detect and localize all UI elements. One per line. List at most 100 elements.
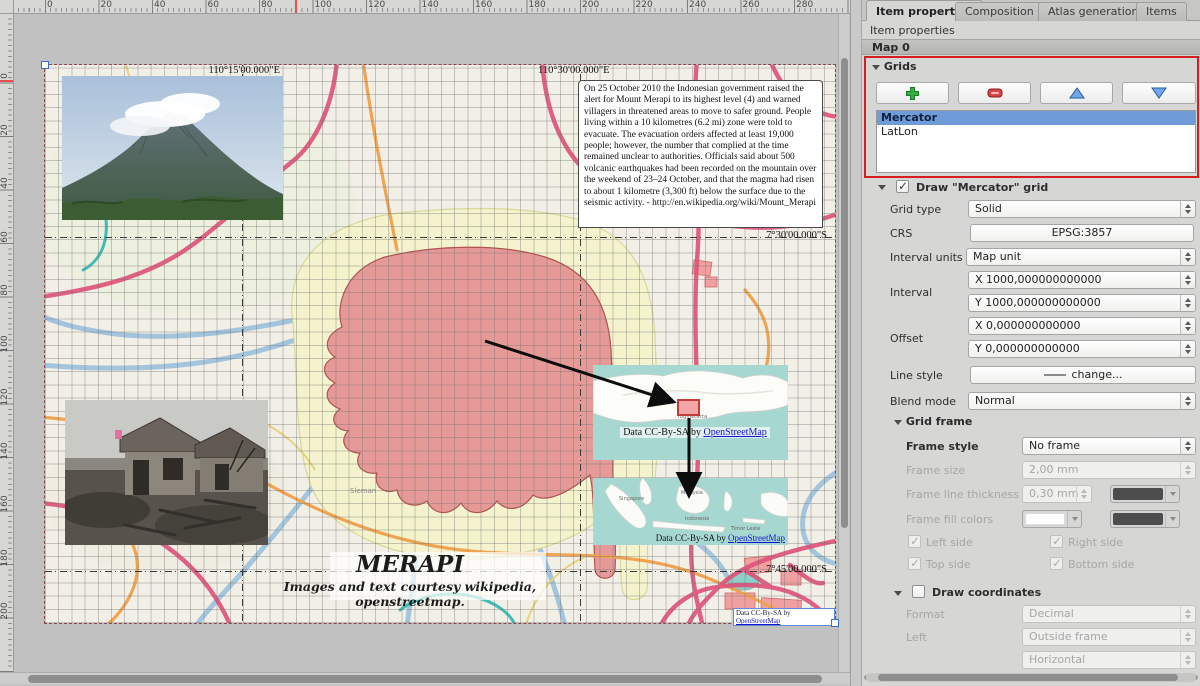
attribution-osm-link[interactable]: OpenStreetMap bbox=[736, 617, 780, 625]
remove-grid-button[interactable] bbox=[958, 82, 1031, 104]
format-combo: Decimal bbox=[1022, 605, 1196, 623]
move-grid-up-button[interactable] bbox=[1040, 82, 1113, 104]
interval-units-value: Map unit bbox=[973, 250, 1021, 263]
collapse-arrow-icon bbox=[878, 185, 886, 190]
canvas-hscroll-thumb[interactable] bbox=[28, 675, 822, 683]
spinner-icon bbox=[1180, 462, 1195, 478]
inset2-caption: Data CC-By-SA by OpenStreetMap bbox=[645, 533, 785, 543]
ruler-vertical: 020406080100120140160180200 bbox=[0, 14, 14, 672]
frame-style-combo[interactable]: No frame bbox=[1022, 437, 1196, 455]
spinner-icon bbox=[1180, 393, 1195, 409]
inset2-osm-link[interactable]: OpenStreetMap bbox=[728, 533, 785, 543]
bottom-side-checkbox bbox=[1050, 557, 1063, 570]
tab-items[interactable]: Items bbox=[1136, 2, 1187, 21]
inset2-label-malaysia: Malaysia bbox=[681, 490, 703, 496]
map-subtitle[interactable]: Images and text courtesy wikipedia, open… bbox=[245, 579, 575, 609]
dropdown-arrow-icon bbox=[1165, 511, 1179, 527]
frame-size-spinbox: 2,00 mm bbox=[1022, 461, 1196, 479]
selection-handle-bottomright[interactable] bbox=[831, 619, 839, 627]
line-style-button[interactable]: change... bbox=[970, 366, 1196, 384]
canvas-vertical-scrollbar[interactable] bbox=[838, 14, 849, 672]
panel-splitter[interactable] bbox=[850, 0, 862, 686]
grid-type-combo[interactable]: Solid bbox=[968, 200, 1196, 218]
left-frame-combo: Outside frame bbox=[1022, 628, 1196, 646]
spinner-icon bbox=[1180, 295, 1195, 311]
draw-grid-checkbox[interactable] bbox=[896, 180, 909, 193]
frame-fill-colors-label: Frame fill colors bbox=[906, 513, 993, 526]
grids-section-header[interactable]: Grids bbox=[872, 60, 917, 73]
spinner-icon bbox=[1180, 201, 1195, 217]
ruler-v-number: 160 bbox=[0, 490, 10, 518]
format-value: Decimal bbox=[1029, 607, 1074, 620]
spinner-icon bbox=[1180, 606, 1195, 622]
ruler-h-number: 140 bbox=[422, 0, 439, 10]
spinner-icon bbox=[1180, 652, 1195, 668]
spinner-icon bbox=[1180, 341, 1195, 357]
ruler-h-number: 240 bbox=[689, 0, 706, 10]
line-sample-icon bbox=[1044, 374, 1066, 376]
grid-frame-section-header[interactable]: Grid frame bbox=[894, 415, 972, 428]
composer-canvas[interactable]: Sleman 110°15'00.000"E 110°30'00.000"E 7… bbox=[14, 14, 850, 672]
ruler-h-number: 180 bbox=[529, 0, 546, 10]
interval-units-combo[interactable]: Map unit bbox=[966, 248, 1196, 266]
orientation-value: Horizontal bbox=[1029, 653, 1085, 666]
article-text-item[interactable]: On 25 October 2010 the Indonesian govern… bbox=[578, 80, 823, 228]
ruler-h-number: 20 bbox=[101, 0, 112, 10]
interval-y-spinbox[interactable]: Y 1000,000000000000 bbox=[968, 294, 1196, 312]
collapse-arrow-icon bbox=[894, 420, 902, 425]
blend-mode-combo[interactable]: Normal bbox=[968, 392, 1196, 410]
left-frame-value: Outside frame bbox=[1029, 630, 1108, 643]
tab-composition[interactable]: Composition bbox=[955, 2, 1044, 21]
right-side-label: Right side bbox=[1068, 536, 1123, 549]
color-swatch-dark bbox=[1113, 488, 1163, 500]
offset-label: Offset bbox=[890, 332, 923, 345]
ruler-h-number: 40 bbox=[154, 0, 165, 10]
tab-atlas-generation[interactable]: Atlas generation bbox=[1038, 2, 1149, 21]
frame-line-thickness-label: Frame line thickness bbox=[906, 488, 1019, 501]
interval-x-spinbox[interactable]: X 1000,000000000000 bbox=[968, 271, 1196, 289]
panel-horizontal-scrollbar[interactable] bbox=[866, 673, 1196, 682]
destroyed-house-photo[interactable] bbox=[65, 400, 268, 545]
offset-x-spinbox[interactable]: X 0,000000000000 bbox=[968, 317, 1196, 335]
frame-size-value: 2,00 mm bbox=[1029, 463, 1078, 476]
arrow-up-icon bbox=[1069, 87, 1085, 99]
interval-units-label: Interval units bbox=[890, 251, 963, 264]
move-grid-down-button[interactable] bbox=[1122, 82, 1196, 104]
frame-fill-color1-button bbox=[1022, 510, 1082, 528]
format-label: Format bbox=[906, 608, 945, 621]
interval-label: Interval bbox=[890, 286, 932, 299]
grid-list[interactable]: Mercator LatLon bbox=[876, 110, 1196, 173]
frame-line-thickness-spinbox: 0,30 mm bbox=[1022, 485, 1092, 503]
panel-hscroll-thumb[interactable] bbox=[878, 674, 1178, 681]
composition-page[interactable]: Sleman 110°15'00.000"E 110°30'00.000"E 7… bbox=[45, 65, 835, 623]
top-side-checkbox bbox=[908, 557, 921, 570]
canvas-vscroll-thumb[interactable] bbox=[841, 58, 848, 528]
draw-grid-section-header[interactable] bbox=[878, 180, 886, 193]
selection-handle-topleft[interactable] bbox=[41, 61, 49, 69]
map-title[interactable]: MERAPI bbox=[260, 551, 560, 578]
ruler-v-number: 80 bbox=[0, 276, 10, 304]
offset-y-spinbox[interactable]: Y 0,000000000000 bbox=[968, 340, 1196, 358]
grid-list-item-mercator[interactable]: Mercator bbox=[877, 111, 1195, 125]
volcano-photo[interactable] bbox=[62, 76, 283, 220]
inset1-caption: Data CC-By-SA by OpenStreetMap bbox=[620, 427, 770, 438]
coord-label-lat1: 7°30'00.000"S bbox=[705, 230, 827, 241]
canvas-horizontal-scrollbar[interactable] bbox=[0, 672, 850, 684]
grid-list-item-latlon[interactable]: LatLon bbox=[877, 125, 1195, 139]
ruler-h-number: 120 bbox=[368, 0, 385, 10]
spinner-icon bbox=[1180, 438, 1195, 454]
ruler-h-major-ticks bbox=[45, 0, 850, 13]
add-grid-button[interactable] bbox=[876, 82, 949, 104]
draw-coordinates-checkbox[interactable] bbox=[912, 585, 925, 598]
crs-button[interactable]: EPSG:3857 bbox=[970, 224, 1194, 242]
crs-label: CRS bbox=[890, 227, 912, 240]
arrow-down-icon bbox=[1151, 87, 1167, 99]
draw-coordinates-label: Draw coordinates bbox=[932, 586, 1041, 599]
right-side-checkbox bbox=[1050, 535, 1063, 548]
collapse-arrow-icon bbox=[872, 65, 880, 70]
inset1-osm-link[interactable]: OpenStreetMap bbox=[703, 427, 766, 438]
draw-coordinates-section-header[interactable] bbox=[894, 586, 902, 599]
left-side-checkbox bbox=[908, 535, 921, 548]
crs-value: EPSG:3857 bbox=[1052, 226, 1113, 239]
ruler-v-number: 40 bbox=[0, 169, 10, 197]
